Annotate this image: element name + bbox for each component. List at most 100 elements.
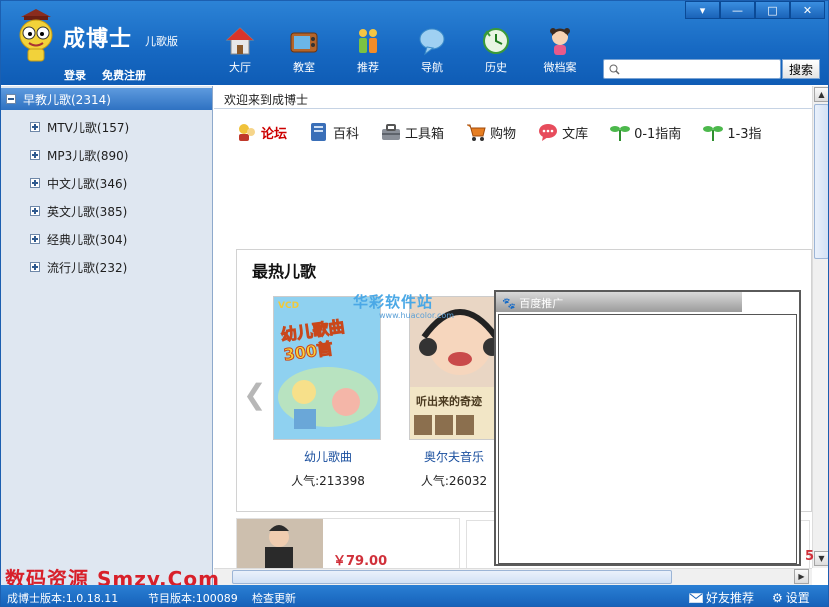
status-actions: 好友推荐 ⚙ 设置: [689, 589, 810, 606]
nav-label: 推荐: [357, 61, 379, 74]
watermark: 华彩软件站: [353, 293, 434, 311]
product-card[interactable]: ￥79.00: [236, 518, 460, 571]
expand-icon[interactable]: [30, 262, 40, 272]
people-icon: [359, 29, 377, 53]
app-version: 成博士版本:1.0.18.11: [7, 592, 119, 605]
mail-icon: [689, 592, 703, 603]
tree-item-label: MTV儿歌(157): [47, 120, 130, 135]
tree-item-classic[interactable]: 经典儿歌(304): [25, 230, 205, 248]
window-controls: ▾ — □ ✕: [685, 1, 825, 19]
link-label: 文库: [562, 126, 589, 142]
search-icon: [609, 64, 620, 75]
song-title[interactable]: 幼儿歌曲: [273, 448, 383, 465]
header-bar: 成博士 儿歌版 登录 免费注册 大厅 教室 推荐 导航 历史 微档案 ▾ — □…: [1, 1, 828, 85]
watermark-url: www.huacolor.com: [379, 311, 455, 320]
nav-navigation[interactable]: 导航: [402, 26, 462, 81]
category-sidebar: 早教儿歌(2314) MTV儿歌(157) MP3儿歌(890) 中文儿歌(34…: [1, 86, 213, 585]
tree-item-label: 英文儿歌(385): [47, 204, 128, 219]
mascot-logo-icon: [19, 9, 53, 62]
expand-icon[interactable]: [30, 150, 40, 160]
cart-icon: [467, 124, 486, 141]
tree-item-label: 流行儿歌(232): [47, 260, 128, 275]
check-update-link[interactable]: 检查更新: [252, 590, 296, 606]
maximize-button[interactable]: □: [755, 1, 790, 19]
scroll-down-button[interactable]: ▼: [814, 551, 828, 566]
link-shopping[interactable]: 购物: [465, 121, 516, 143]
section-title: 最热儿歌: [252, 262, 317, 281]
nav-history[interactable]: 历史: [466, 26, 526, 81]
nav-classroom[interactable]: 教室: [274, 26, 334, 81]
search-button[interactable]: 搜索: [782, 59, 820, 79]
link-guide-0-1[interactable]: 0-1指南: [609, 121, 681, 143]
product-price: ￥79.00: [333, 554, 388, 569]
song-card[interactable]: VCD 幼儿歌曲300首 幼儿歌曲 人气:213398: [273, 296, 383, 488]
nav-hall[interactable]: 大厅: [210, 26, 270, 81]
tree-item-mtv[interactable]: MTV儿歌(157): [25, 118, 205, 136]
link-encyclopedia[interactable]: 百科: [308, 121, 359, 143]
prev-arrow-icon[interactable]: ❮: [243, 378, 266, 411]
welcome-text: 欢迎来到成博士: [214, 86, 828, 109]
tree-item-english[interactable]: 英文儿歌(385): [25, 202, 205, 220]
share-link[interactable]: 好友推荐: [706, 589, 754, 606]
status-bar: 成博士版本:1.0.18.11 节目版本:100089 检查更新 好友推荐 ⚙ …: [1, 585, 828, 606]
ad-popup[interactable]: 🐾 百度推广: [494, 290, 801, 566]
tv-icon: [290, 32, 318, 53]
cover-text: 听出来的奇迹: [416, 395, 482, 408]
song-cover-image[interactable]: VCD 幼儿歌曲300首: [273, 296, 381, 440]
ad-header-label: 百度推广: [519, 297, 564, 310]
forum-icon: [239, 124, 255, 141]
history-icon: [483, 28, 509, 54]
link-label: 百科: [333, 126, 360, 142]
scroll-up-button[interactable]: ▲: [814, 87, 828, 102]
link-label: 工具箱: [405, 126, 445, 142]
tree-item-chinese[interactable]: 中文儿歌(346): [25, 174, 205, 192]
song-popularity: 人气:213398: [291, 474, 365, 488]
tree-root-label: 早教儿歌(2314): [23, 92, 111, 107]
sprout-icon: [610, 126, 631, 141]
minimize-button[interactable]: —: [720, 1, 755, 19]
sprout-icon: [703, 126, 724, 141]
quick-links: 论坛 百科 工具箱 购物 文库 0-1指南 1-3指: [236, 116, 826, 148]
app-window: 成博士 儿歌版 登录 免费注册 大厅 教室 推荐 导航 历史 微档案 ▾ — □…: [0, 0, 829, 607]
program-version: 节目版本:100089: [148, 592, 238, 605]
nav-label: 大厅: [229, 61, 251, 74]
expand-icon[interactable]: [30, 178, 40, 188]
nav-label: 微档案: [543, 61, 577, 74]
link-guide-1-3[interactable]: 1-3指: [702, 121, 762, 143]
expand-icon[interactable]: [30, 206, 40, 216]
link-toolbox[interactable]: 工具箱: [380, 121, 444, 143]
close-button[interactable]: ✕: [790, 1, 825, 19]
link-label: 论坛: [261, 126, 288, 142]
tree-item-label: MP3儿歌(890): [47, 148, 129, 163]
login-link[interactable]: 登录: [64, 67, 86, 83]
tree-item-pop[interactable]: 流行儿歌(232): [25, 258, 205, 276]
register-link[interactable]: 免费注册: [102, 67, 146, 83]
expand-icon[interactable]: [30, 122, 40, 132]
house-icon: [225, 27, 255, 55]
link-label: 1-3指: [727, 126, 762, 142]
chat-icon: [539, 124, 558, 141]
scroll-thumb[interactable]: [232, 570, 672, 584]
cover-tag: VCD: [278, 301, 300, 311]
ad-body[interactable]: [498, 314, 797, 564]
link-forum[interactable]: 论坛: [236, 121, 287, 143]
scroll-thumb[interactable]: [814, 104, 828, 259]
link-library[interactable]: 文库: [537, 121, 588, 143]
nav-profile[interactable]: 微档案: [530, 26, 590, 81]
tree-root-early-education[interactable]: 早教儿歌(2314): [1, 88, 212, 110]
ad-header: 🐾 百度推广: [496, 292, 742, 312]
collapse-icon[interactable]: [6, 94, 16, 104]
book-icon: [311, 123, 327, 141]
horizontal-scrollbar[interactable]: ▶: [214, 568, 812, 585]
search-input[interactable]: [626, 61, 776, 77]
settings-link[interactable]: 设置: [786, 589, 810, 606]
product-photo-image: [237, 519, 323, 571]
menu-dropdown-button[interactable]: ▾: [685, 1, 720, 19]
search-box: [603, 59, 781, 79]
expand-icon[interactable]: [30, 234, 40, 244]
vertical-scrollbar[interactable]: ▲ ▼: [812, 86, 828, 568]
song-title[interactable]: 奥尔夫音乐: [409, 448, 499, 465]
scroll-right-button[interactable]: ▶: [794, 569, 809, 584]
nav-recommend[interactable]: 推荐: [338, 26, 398, 81]
tree-item-mp3[interactable]: MP3儿歌(890): [25, 146, 205, 164]
